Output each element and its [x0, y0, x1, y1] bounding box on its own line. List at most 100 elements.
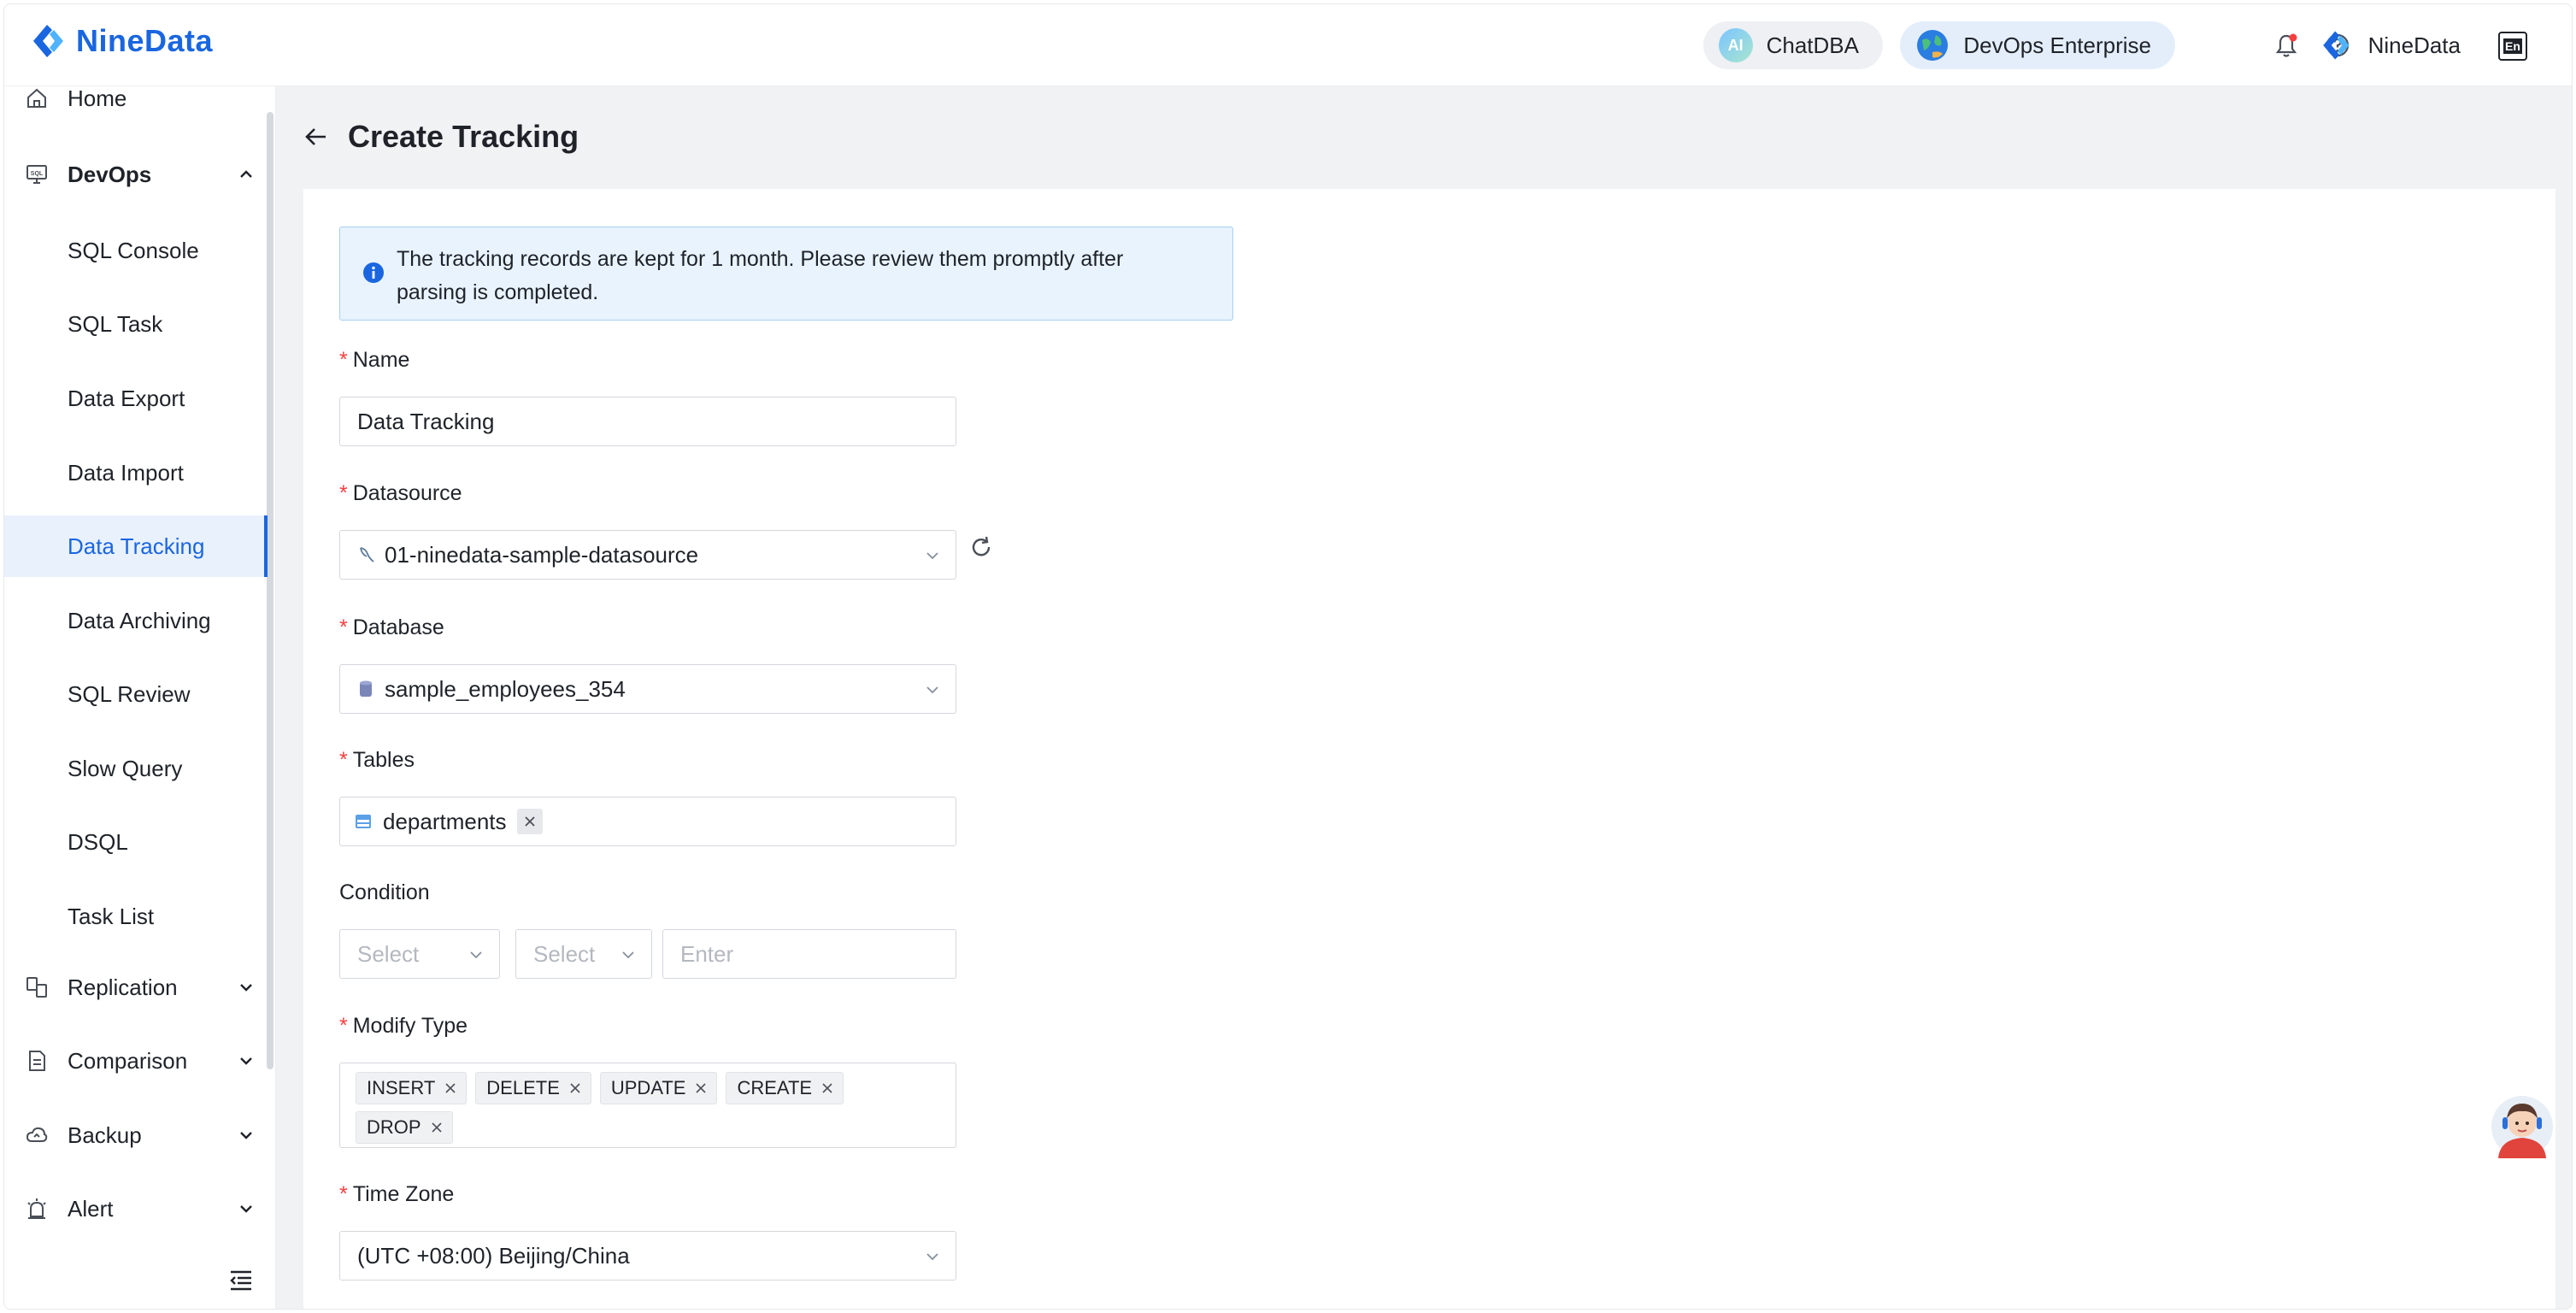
modify-tag-create: CREATE: [726, 1072, 844, 1104]
sidebar-group-backup[interactable]: Backup: [25, 1118, 256, 1152]
datasource-select[interactable]: 01-ninedata-sample-datasource: [339, 530, 956, 580]
chevron-down-icon: [926, 552, 938, 560]
notice-text-line-2: parsing is completed.: [397, 280, 599, 304]
svg-text:SQL: SQL: [31, 171, 44, 177]
required-asterisk: *: [339, 1014, 348, 1038]
sidebar-group-alert[interactable]: Alert: [25, 1192, 256, 1226]
monitor-sql-icon: SQL: [26, 165, 47, 184]
remove-tag-icon[interactable]: [444, 1081, 457, 1095]
timezone-select[interactable]: (UTC +08:00) Beijing/China: [339, 1231, 956, 1281]
top-header: NineData AI ChatDBA DevOps Enterprise Ni…: [4, 4, 2572, 86]
chevron-down-icon: [470, 951, 482, 959]
info-icon: [363, 262, 384, 283]
sidebar-item-data-export[interactable]: Data Export: [4, 368, 268, 429]
modify-type-label: * Modify Type: [339, 1014, 468, 1038]
sidebar-item-home[interactable]: Home: [25, 81, 126, 115]
sidebar: Home SQL DevOps SQL Console SQL Task Dat…: [4, 85, 276, 1309]
enterprise-switch-button[interactable]: DevOps Enterprise: [1900, 21, 2175, 69]
info-notice: The tracking records are kept for 1 mont…: [339, 227, 1233, 321]
sidebar-group-devops[interactable]: SQL DevOps: [25, 157, 256, 191]
support-assistant-icon[interactable]: [2490, 1090, 2555, 1163]
database-select[interactable]: sample_employees_354: [339, 664, 956, 714]
main-content: Create Tracking The tracking records are…: [276, 86, 2572, 1309]
enterprise-label: DevOps Enterprise: [1963, 32, 2151, 58]
user-name: NineData: [2367, 32, 2461, 58]
page-title: Create Tracking: [348, 119, 579, 154]
page-header: Create Tracking: [303, 119, 579, 155]
chatdba-button[interactable]: AI ChatDBA: [1703, 21, 1883, 69]
home-icon: [27, 88, 46, 108]
replication-icon: [26, 977, 47, 998]
chatdba-label: ChatDBA: [1766, 32, 1859, 58]
datasource-label: * Datasource: [339, 481, 462, 505]
chevron-down-icon: [240, 1132, 252, 1139]
tables-label: * Tables: [339, 748, 415, 772]
condition-value-input[interactable]: Enter: [662, 929, 956, 979]
chevron-down-icon: [240, 1205, 252, 1213]
required-asterisk: *: [339, 1182, 348, 1206]
chevron-up-icon: [240, 170, 252, 178]
user-menu[interactable]: NineData: [2319, 28, 2461, 62]
user-avatar-icon: [2322, 31, 2350, 60]
modify-tag-update: UPDATE: [599, 1072, 718, 1104]
remove-tag-icon[interactable]: [568, 1081, 582, 1095]
timezone-label: * Time Zone: [339, 1182, 455, 1206]
refresh-icon[interactable]: [968, 534, 994, 560]
language-switch-icon[interactable]: En: [2498, 32, 2527, 61]
sidebar-item-dsql[interactable]: DSQL: [4, 811, 268, 873]
logo-icon: [33, 25, 63, 57]
name-input[interactable]: Data Tracking: [339, 397, 956, 446]
remove-tag-icon[interactable]: [516, 809, 543, 834]
chevron-down-icon: [622, 951, 634, 959]
condition-operator-select[interactable]: Select: [515, 929, 652, 979]
comparison-icon: [29, 1051, 45, 1071]
required-asterisk: *: [339, 748, 348, 772]
remove-tag-icon[interactable]: [820, 1081, 834, 1095]
table-tag-departments: departments: [383, 808, 507, 834]
alarm-icon: [27, 1198, 46, 1219]
chatdba-ai-icon: AI: [1718, 28, 1753, 62]
chevron-down-icon: [926, 1253, 938, 1261]
sidebar-item-sql-review[interactable]: SQL Review: [4, 663, 268, 725]
globe-icon: [1917, 30, 1949, 61]
sidebar-item-data-archiving[interactable]: Data Archiving: [4, 590, 268, 651]
mysql-dolphin-icon: [360, 547, 374, 562]
app-window: NineData AI ChatDBA DevOps Enterprise Ni…: [3, 3, 2573, 1310]
sidebar-item-data-import[interactable]: Data Import: [4, 442, 268, 503]
notice-text-line-1: The tracking records are kept for 1 mont…: [397, 247, 1124, 271]
database-label: * Database: [339, 615, 444, 639]
remove-tag-icon[interactable]: [694, 1081, 708, 1095]
remove-tag-icon[interactable]: [430, 1121, 444, 1134]
sidebar-group-comparison[interactable]: Comparison: [25, 1044, 256, 1078]
back-arrow-icon[interactable]: [303, 124, 329, 150]
collapse-sidebar-icon[interactable]: [228, 1268, 254, 1293]
modify-tag-insert: INSERT: [356, 1072, 468, 1104]
database-icon: [360, 680, 372, 697]
sidebar-item-data-tracking[interactable]: Data Tracking: [4, 515, 268, 577]
table-icon: [356, 815, 371, 828]
modify-tag-delete: DELETE: [475, 1072, 591, 1104]
required-asterisk: *: [339, 615, 348, 639]
chevron-down-icon: [240, 984, 252, 992]
required-asterisk: *: [339, 348, 348, 372]
chevron-down-icon: [240, 1057, 252, 1065]
name-label: * Name: [339, 348, 410, 372]
bell-icon[interactable]: [2273, 32, 2300, 59]
required-asterisk: *: [339, 481, 348, 505]
sidebar-group-replication[interactable]: Replication: [25, 970, 256, 1004]
sidebar-item-task-list[interactable]: Task List: [4, 886, 268, 947]
logo-text: NineData: [76, 23, 214, 58]
chevron-down-icon: [926, 686, 938, 694]
condition-label: Condition: [339, 880, 430, 904]
sidebar-item-sql-task[interactable]: SQL Task: [4, 293, 268, 355]
sidebar-scrollbar[interactable]: [267, 112, 273, 1069]
sidebar-item-slow-query[interactable]: Slow Query: [4, 738, 268, 799]
logo[interactable]: NineData: [28, 21, 213, 61]
modify-tag-drop: DROP: [356, 1111, 453, 1144]
modify-type-multiselect[interactable]: INSERT DELETE UPDATE CREATE DROP: [339, 1063, 956, 1148]
sidebar-item-sql-console[interactable]: SQL Console: [4, 220, 268, 281]
form-card: The tracking records are kept for 1 mont…: [303, 189, 2555, 1309]
cloud-backup-icon: [26, 1127, 48, 1142]
condition-field-select[interactable]: Select: [339, 929, 500, 979]
tables-multiselect[interactable]: departments: [339, 797, 956, 846]
